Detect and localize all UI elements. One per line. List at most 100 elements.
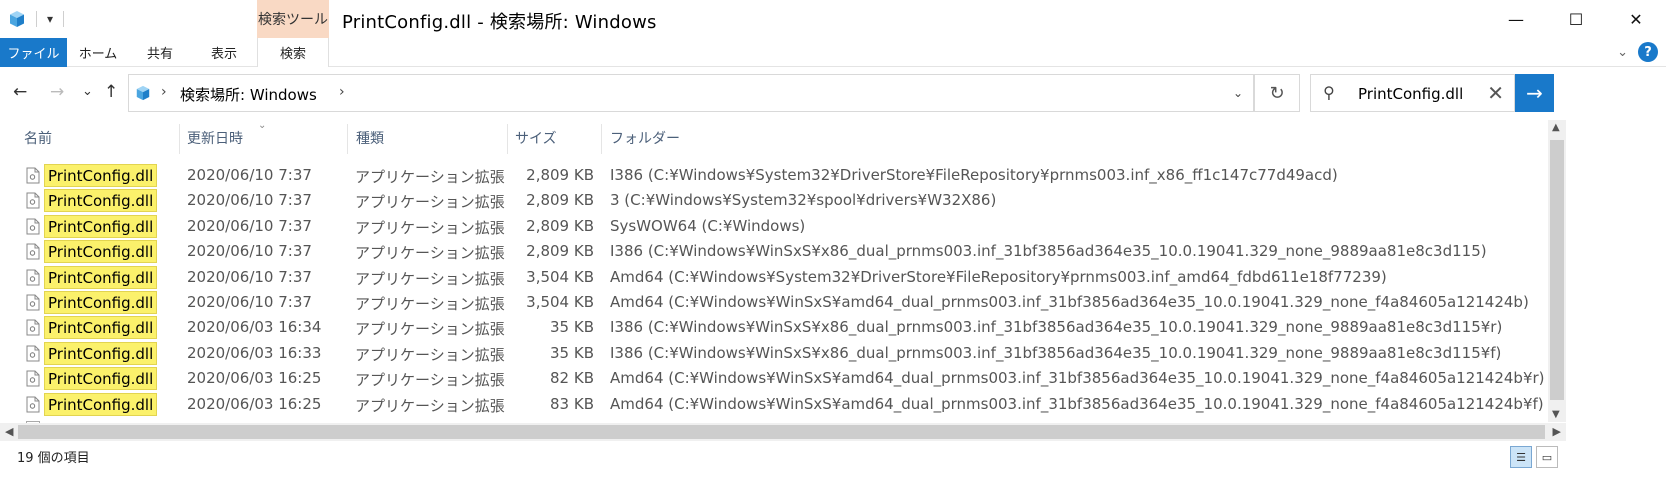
- recent-locations-icon[interactable]: ⌄: [82, 84, 93, 99]
- file-type: アプリケーション拡張: [355, 371, 505, 390]
- up-icon[interactable]: ↑: [104, 82, 118, 102]
- file-type: アプリケーション拡張: [355, 345, 505, 364]
- file-folder: Amd64 (C:¥Windows¥WinSxS¥amd64_dual_prnm…: [610, 293, 1529, 311]
- dll-file-icon: [26, 319, 40, 336]
- file-date: 2020/06/10 7:37: [187, 242, 312, 261]
- large-icons-view-icon[interactable]: ▭: [1536, 446, 1558, 468]
- table-row[interactable]: PrintConfig.dll 2020/06/03 16:25 アプリケーショ…: [0, 392, 1548, 417]
- file-type: アプリケーション拡張: [355, 168, 505, 186]
- column-divider[interactable]: [179, 124, 180, 154]
- ribbon-tabs: ファイル ホーム 共有 表示 検索 ⌄ ?: [0, 38, 1666, 67]
- file-folder: I386 (C:¥Windows¥System32¥DriverStore¥Fi…: [610, 166, 1338, 184]
- breadcrumb-separator[interactable]: ›: [161, 84, 167, 100]
- file-type: アプリケーション拡張: [355, 320, 505, 339]
- file-name[interactable]: PrintConfig.dll: [44, 341, 158, 365]
- table-row[interactable]: PrintConfig.dll 2020/06/10 7:37 アプリケーション…: [0, 265, 1548, 290]
- column-divider[interactable]: [507, 124, 508, 154]
- file-name[interactable]: PrintConfig.dll: [44, 214, 158, 238]
- scroll-left-icon[interactable]: ◀: [5, 425, 13, 438]
- file-name[interactable]: PrintConfig.dll: [44, 291, 158, 314]
- column-divider[interactable]: [601, 124, 602, 154]
- tab-home[interactable]: ホーム: [67, 38, 129, 67]
- search-box[interactable]: ⚲ PrintConfig.dll ✕: [1310, 74, 1515, 112]
- expand-ribbon-icon[interactable]: ⌄: [1617, 45, 1628, 60]
- dll-file-icon: [26, 243, 40, 260]
- title-bar: ▾ 検索ツール PrintConfig.dll - 検索場所: Windows …: [0, 0, 1666, 38]
- column-header-size[interactable]: サイズ: [515, 128, 557, 148]
- file-size: 82 KB: [550, 369, 594, 388]
- vertical-scrollbar[interactable]: ▲ ▼: [1548, 120, 1566, 422]
- file-name[interactable]: PrintConfig.dll: [44, 189, 158, 213]
- tab-file[interactable]: ファイル: [0, 38, 67, 67]
- file-date: 2020/06/10 7:37: [187, 267, 312, 286]
- close-button[interactable]: ✕: [1606, 0, 1666, 38]
- tab-share[interactable]: 共有: [129, 38, 191, 67]
- file-size: 2,809 KB: [526, 191, 594, 210]
- file-date: 2020/06/10 7:37: [187, 166, 312, 184]
- horizontal-scrollbar[interactable]: ◀ ▶: [0, 423, 1566, 441]
- breadcrumb-path[interactable]: 検索場所: Windows: [180, 84, 317, 105]
- maximize-button[interactable]: ☐: [1546, 0, 1606, 38]
- details-view-icon[interactable]: ☰: [1510, 446, 1532, 468]
- clear-search-icon[interactable]: ✕: [1487, 81, 1504, 105]
- table-row[interactable]: PrintConfig.dll 2020/06/10 7:37 アプリケーション…: [0, 290, 1548, 315]
- horizontal-scroll-thumb[interactable]: [18, 425, 1545, 439]
- table-row[interactable]: PrintConfig.dll 2020/06/03 16:25 アプリケーショ…: [0, 366, 1548, 391]
- column-header-modified[interactable]: 更新日時: [187, 128, 243, 148]
- file-name[interactable]: PrintConfig.dll: [44, 367, 158, 391]
- tab-view[interactable]: 表示: [191, 38, 257, 67]
- tab-search[interactable]: 検索: [257, 38, 329, 67]
- file-date: 2020/06/03 16:33: [187, 343, 322, 362]
- file-name[interactable]: PrintConfig.dll: [44, 265, 158, 289]
- search-go-button[interactable]: →: [1515, 74, 1554, 112]
- forward-icon[interactable]: →: [50, 82, 64, 102]
- dll-file-icon: [26, 294, 40, 311]
- scroll-up-icon[interactable]: ▲: [1552, 122, 1560, 133]
- scroll-right-icon[interactable]: ▶: [1553, 425, 1561, 438]
- scroll-down-icon[interactable]: ▼: [1552, 409, 1560, 420]
- file-date: 2020/06/03 16:34: [187, 318, 322, 337]
- column-header-folder[interactable]: フォルダー: [610, 128, 680, 148]
- help-icon[interactable]: ?: [1638, 42, 1658, 62]
- ribbon-right-controls: ⌄ ?: [1617, 42, 1658, 62]
- vertical-scroll-thumb[interactable]: [1550, 140, 1564, 400]
- table-row[interactable]: PrintConfig.dll 2020/06/03 16:34 アプリケーショ…: [0, 315, 1548, 340]
- file-name[interactable]: PrintConfig.dll: [44, 392, 158, 416]
- table-row[interactable]: PrintConfig.dll 2020/06/03 16:33 アプリケーショ…: [0, 341, 1548, 366]
- back-icon[interactable]: ←: [13, 82, 27, 102]
- table-row[interactable]: PrintConfig.dll 2020/06/10 7:37 アプリケーション…: [0, 188, 1548, 213]
- breadcrumb-separator[interactable]: ›: [339, 84, 345, 100]
- file-name[interactable]: PrintConfig.dll: [44, 240, 158, 264]
- file-type: アプリケーション拡張: [355, 295, 505, 313]
- table-row[interactable]: PrintConfig.dll 2020/06/10 7:37 アプリケーション…: [0, 214, 1548, 239]
- file-type: アプリケーション拡張: [355, 269, 505, 288]
- address-bar[interactable]: › 検索場所: Windows › ⌄: [128, 74, 1254, 112]
- table-row[interactable]: PrintConfig.dll 2020/06/10 7:37 アプリケーション…: [0, 239, 1548, 264]
- minimize-button[interactable]: —: [1486, 0, 1546, 38]
- file-date: 2020/06/03 16:25: [187, 394, 322, 413]
- file-date: 2020/06/10 7:37: [187, 216, 312, 235]
- file-size: 3,504 KB: [526, 293, 594, 311]
- column-header-type[interactable]: 種類: [356, 128, 384, 148]
- column-divider[interactable]: [347, 124, 348, 154]
- file-type: アプリケーション拡張: [355, 244, 505, 263]
- explorer-cube-icon[interactable]: [8, 10, 26, 28]
- file-name[interactable]: PrintConfig.dll: [44, 316, 158, 340]
- file-name[interactable]: PrintConfig.dll: [44, 164, 158, 187]
- file-list: PrintConfig.dll 2020/06/10 7:37 アプリケーション…: [0, 163, 1548, 423]
- file-type: アプリケーション拡張: [355, 218, 505, 237]
- dll-file-icon: [26, 192, 40, 209]
- dll-file-icon: [26, 167, 40, 184]
- file-size: 83 KB: [550, 394, 594, 413]
- file-size: 35 KB: [550, 318, 594, 337]
- search-input[interactable]: PrintConfig.dll: [1358, 85, 1463, 103]
- refresh-button[interactable]: ↻: [1254, 74, 1300, 112]
- file-folder: SysWOW64 (C:¥Windows): [610, 216, 806, 235]
- table-row[interactable]: PrintConfig.dll 2020/06/10 7:37 アプリケーション…: [0, 163, 1548, 188]
- file-date: 2020/06/10 7:37: [187, 191, 312, 210]
- address-dropdown-icon[interactable]: ⌄: [1233, 86, 1243, 100]
- customize-qat-icon[interactable]: ▾: [47, 12, 53, 26]
- dll-file-icon: [26, 218, 40, 235]
- navigation-bar: ← → ⌄ ↑ › 検索場所: Windows › ⌄ ↻ ⚲ PrintCon…: [0, 68, 1666, 118]
- column-header-name[interactable]: 名前: [24, 128, 52, 148]
